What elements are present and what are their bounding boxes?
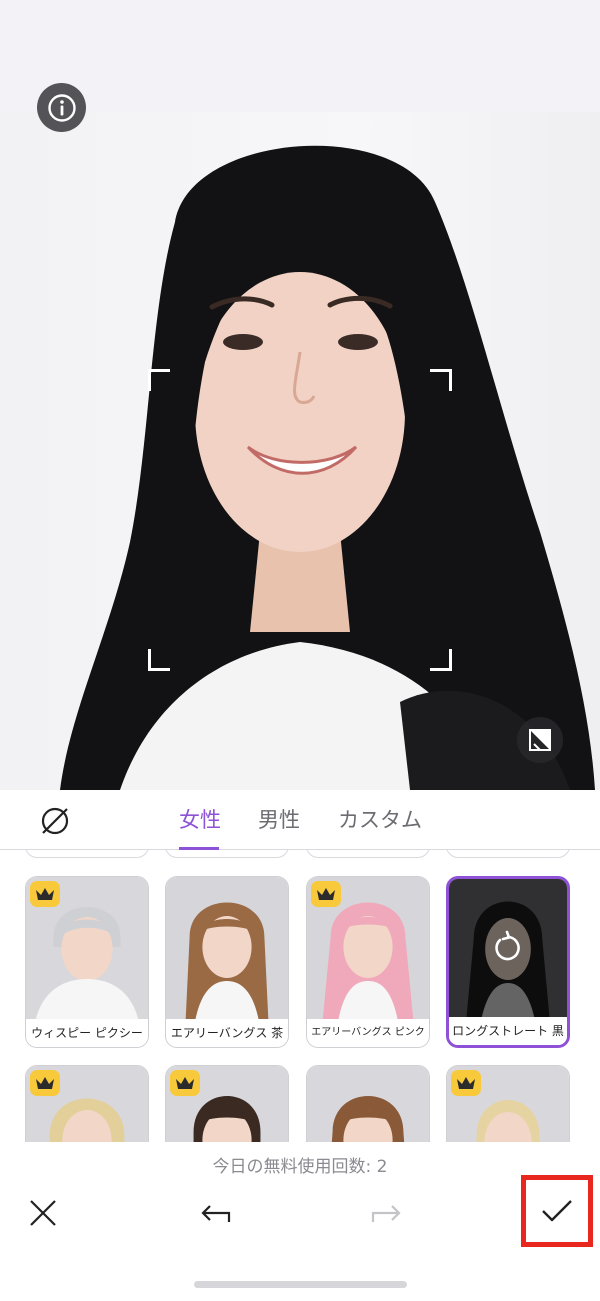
photo-preview[interactable] [0, 112, 600, 790]
redo-button[interactable] [366, 1194, 406, 1234]
confirm-button[interactable] [535, 1190, 579, 1232]
hairstyle-card[interactable] [306, 1065, 430, 1142]
free-usage-count: 今日の無料使用回数: 2 [212, 1157, 388, 1177]
top-bar [0, 0, 600, 112]
previous-row-card [446, 850, 570, 858]
info-button[interactable] [37, 83, 86, 132]
undo-icon [201, 1205, 231, 1222]
face-frame-corner [430, 369, 452, 391]
hairstyle-label: ウィスピー ピクシー [26, 1019, 148, 1047]
hairstyle-label: ロングストレート 黒 [449, 1017, 567, 1045]
hairstyle-thumbnail [307, 1066, 429, 1142]
redo-icon [371, 1205, 401, 1222]
hairstyle-thumbnail [166, 877, 288, 1019]
hairstyle-card[interactable] [446, 1065, 570, 1142]
tab-male[interactable]: 男性 [258, 804, 300, 834]
tab-female[interactable]: 女性 [179, 804, 221, 834]
hairstyle-label: エアリーバングス ピンク [307, 1019, 429, 1047]
reset-icon[interactable] [490, 930, 526, 966]
hairstyle-label: エアリーバングス 茶 [166, 1019, 288, 1047]
face-frame-corner [148, 649, 170, 671]
premium-crown-icon [451, 1070, 481, 1096]
category-tabs: 女性 男性 カスタム [0, 790, 600, 850]
previous-row-card [306, 850, 430, 858]
hairstyle-card[interactable]: エアリーバングス 茶 [165, 876, 289, 1048]
home-indicator [194, 1281, 407, 1288]
cancel-button[interactable] [22, 1192, 64, 1234]
hairstyle-card[interactable]: エアリーバングス ピンク [306, 876, 430, 1048]
check-icon [542, 1200, 572, 1222]
info-icon [47, 93, 76, 122]
compare-icon [529, 729, 551, 751]
premium-crown-icon [30, 1070, 60, 1096]
hairstyle-card[interactable]: ウィスピー ピクシー [25, 876, 149, 1048]
face-frame-corner [430, 649, 452, 671]
premium-crown-icon [170, 1070, 200, 1096]
hairstyle-card[interactable] [165, 1065, 289, 1142]
previous-row-card [165, 850, 289, 858]
previous-row-card [25, 850, 149, 858]
undo-button[interactable] [196, 1194, 236, 1234]
tab-custom[interactable]: カスタム [338, 804, 422, 834]
no-style-icon[interactable] [38, 804, 72, 838]
close-icon [30, 1200, 56, 1226]
compare-button[interactable] [517, 717, 563, 763]
premium-crown-icon [30, 881, 60, 907]
bottom-toolbar: 今日の無料使用回数: 2 [0, 1142, 600, 1301]
hairstyle-card-selected[interactable]: ロングストレート 黒 [446, 876, 570, 1048]
portrait-image [60, 145, 595, 790]
hairstyle-card[interactable] [25, 1065, 149, 1142]
face-frame-corner [148, 369, 170, 391]
hairstyle-grid: ウィスピー ピクシー エアリーバングス 茶 エアリーバングス ピンク ロングスト… [0, 850, 600, 1142]
premium-crown-icon [311, 881, 341, 907]
